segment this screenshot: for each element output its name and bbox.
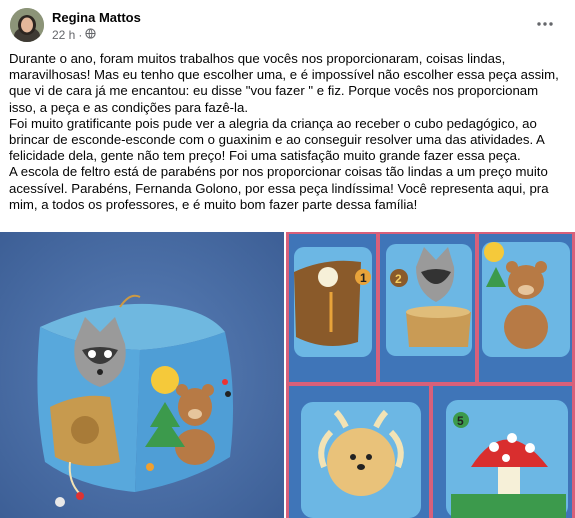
post-line: que vi de cara já me encantou: eu disse … — [9, 83, 539, 99]
post-time[interactable]: 22 h — [52, 28, 75, 42]
post-header: Regina Mattos 22 h · — [0, 0, 575, 50]
post-line: felicidade dela, gente não tem preço! Fo… — [9, 148, 521, 164]
post-line: acessível. Parabéns, Fernanda Golono, po… — [9, 180, 549, 196]
globe-icon — [85, 28, 96, 42]
photo-collage[interactable]: 1 2 5 — [286, 232, 575, 518]
post-media: 1 2 5 — [0, 232, 575, 518]
cube-number-2: 2 — [395, 272, 402, 286]
post-line: brincar de esconde-esconde com o guaxini… — [9, 132, 545, 148]
post-line: mim, a todos os professores, e é muito b… — [9, 196, 418, 212]
author-name[interactable]: Regina Mattos — [52, 10, 141, 25]
post-line: A escola de feltro está de parabéns por … — [9, 164, 548, 180]
post-line: Foi muito gratificante pois pude ver a a… — [9, 115, 537, 131]
photo-felt-cube[interactable] — [0, 232, 284, 518]
cube-number-5: 5 — [457, 414, 464, 428]
cube-number-1: 1 — [360, 271, 367, 285]
post-line: isso, a peça e as condições para fazê-la… — [9, 99, 248, 115]
more-options-icon[interactable] — [533, 14, 557, 34]
avatar[interactable] — [10, 8, 44, 42]
post-meta: 22 h · — [52, 28, 96, 42]
post-message: Durante o ano, foram muitos trabalhos qu… — [9, 51, 565, 213]
post-line: Durante o ano, foram muitos trabalhos qu… — [9, 51, 506, 66]
post-line: maravilhosas! Mas eu tenho que escolher … — [9, 67, 559, 83]
